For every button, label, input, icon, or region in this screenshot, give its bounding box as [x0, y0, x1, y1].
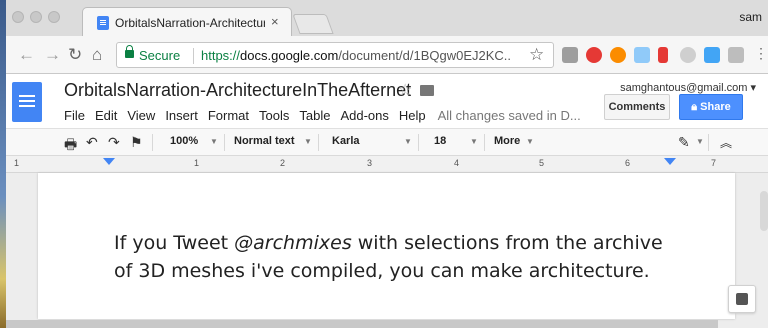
ruler-number: 1 — [194, 158, 200, 168]
ruler: 1 1 2 3 4 5 6 7 — [6, 156, 768, 173]
url-scheme: https:// — [201, 48, 241, 63]
paint-format-icon[interactable]: ⚑ — [130, 134, 143, 151]
chevron-down-icon: ▼ — [526, 137, 534, 146]
ruler-number: 6 — [625, 158, 631, 168]
camera-extension-icon[interactable] — [728, 47, 744, 63]
menu-view[interactable]: View — [127, 108, 155, 123]
docs-logo-icon[interactable] — [12, 82, 42, 122]
account-email[interactable]: samghantous@gmail.com ▾ — [620, 81, 756, 94]
window-zoom-button[interactable] — [48, 11, 60, 23]
extension-icon-7[interactable] — [704, 47, 720, 63]
share-label: Share — [700, 101, 731, 113]
extension-icon-3[interactable] — [610, 47, 626, 63]
menu-insert[interactable]: Insert — [165, 108, 198, 123]
toolbar-divider — [708, 134, 709, 151]
chevron-down-icon: ▼ — [210, 137, 218, 146]
window-close-button[interactable] — [12, 11, 24, 23]
document-canvas: If you Tweet @archmixes with selections … — [6, 173, 768, 328]
share-button[interactable]: 🔒︎ Share — [679, 94, 743, 120]
toolbar-divider — [418, 134, 419, 151]
url-host: docs.google.com — [240, 48, 339, 63]
ruler-number: 3 — [367, 158, 373, 168]
menu-table[interactable]: Table — [299, 108, 330, 123]
explore-button-icon[interactable] — [728, 285, 756, 313]
forward-arrow-icon[interactable]: → — [44, 45, 61, 65]
pinterest-extension-icon[interactable] — [586, 47, 602, 63]
menu-tools[interactable]: Tools — [259, 108, 289, 123]
menu-edit[interactable]: Edit — [95, 108, 117, 123]
paragraph-style-select[interactable]: Normal text — [234, 135, 295, 147]
extension-icon-6[interactable] — [680, 47, 696, 63]
star-document-icon[interactable]: ☆ — [398, 80, 412, 100]
document-body-text[interactable]: If you Tweet @archmixes with selections … — [114, 229, 674, 285]
left-indent-marker[interactable] — [103, 158, 115, 165]
horizontal-scrollbar[interactable] — [6, 320, 718, 328]
extension-icon-4[interactable] — [634, 47, 650, 63]
menu-addons[interactable]: Add-ons — [340, 108, 388, 123]
browser-toolbar: ← → ↻ ⌂ Secure https://docs.google.com/d… — [6, 36, 768, 74]
secure-label: Secure — [139, 48, 181, 63]
folder-icon[interactable] — [420, 85, 434, 96]
ruler-number: 1 — [14, 158, 20, 168]
ruler-number: 5 — [539, 158, 545, 168]
ruler-number: 2 — [280, 158, 286, 168]
home-icon[interactable]: ⌂ — [92, 45, 102, 65]
extension-icon-1[interactable] — [562, 47, 578, 63]
new-tab-button[interactable] — [292, 14, 334, 34]
browser-tab-strip: OrbitalsNarration-Architecture × sam — [6, 0, 768, 36]
twitter-handle: @archmixes — [234, 232, 352, 254]
chevron-down-icon: ▼ — [470, 137, 478, 146]
redo-icon[interactable]: ↷ — [108, 134, 120, 151]
window-minimize-button[interactable] — [30, 11, 42, 23]
editing-mode-pencil-icon[interactable]: ✎ — [678, 134, 690, 151]
docs-favicon-icon — [97, 16, 109, 30]
comments-button[interactable]: Comments — [604, 94, 670, 120]
document-page[interactable]: If you Tweet @archmixes with selections … — [38, 173, 735, 319]
chevron-down-icon: ▼ — [304, 137, 312, 146]
browser-tab-active[interactable]: OrbitalsNarration-Architecture × — [82, 7, 292, 36]
toolbar-divider — [224, 134, 225, 151]
collapse-chevron-icon[interactable]: ︽ — [720, 134, 732, 151]
ruler-number: 7 — [711, 158, 717, 168]
docs-header: OrbitalsNarration-ArchitectureInTheAfter… — [6, 74, 768, 128]
lock-icon — [125, 45, 134, 58]
right-indent-marker[interactable] — [664, 158, 676, 165]
toolbar-divider — [318, 134, 319, 151]
reload-icon[interactable]: ↻ — [68, 45, 82, 65]
undo-icon[interactable]: ↶ — [86, 134, 98, 151]
chevron-down-icon: ▼ — [404, 137, 412, 146]
profile-name[interactable]: sam — [739, 10, 762, 24]
url-text: https://docs.google.com/document/d/1BQgw… — [201, 48, 511, 63]
font-size-select[interactable]: 18 — [434, 135, 446, 147]
zoom-select[interactable]: 100% — [170, 135, 198, 147]
menu-file[interactable]: File — [64, 108, 85, 123]
address-bar[interactable]: Secure https://docs.google.com/document/… — [116, 42, 554, 68]
toolbar-divider — [152, 134, 153, 151]
more-button[interactable]: More — [494, 135, 520, 147]
menu-format[interactable]: Format — [208, 108, 249, 123]
tab-close-icon[interactable]: × — [271, 14, 279, 29]
url-path: /document/d/1BQgw0EJ2KC... — [338, 48, 511, 63]
chevron-down-icon: ▼ — [696, 137, 704, 146]
text-run: of 3D meshes i've compiled, you can make… — [114, 260, 650, 282]
format-toolbar: 🖶 ↶ ↷ ⚑ 100% ▼ Normal text ▼ Karla ▼ 18 … — [6, 128, 768, 156]
print-icon[interactable]: 🖶 — [64, 134, 77, 158]
text-run: with selections from the archive — [351, 232, 663, 254]
lock-icon: 🔒︎ — [691, 101, 701, 113]
text-run: If you Tweet — [114, 232, 235, 254]
font-select[interactable]: Karla — [332, 135, 360, 147]
extension-icon-5[interactable] — [658, 47, 668, 63]
vertical-scrollbar[interactable] — [760, 191, 768, 231]
omnibox-divider — [193, 48, 194, 64]
document-title[interactable]: OrbitalsNarration-ArchitectureInTheAfter… — [64, 80, 411, 101]
docs-menu-bar: File Edit View Insert Format Tools Table… — [64, 108, 591, 123]
menu-help[interactable]: Help — [399, 108, 426, 123]
browser-menu-icon[interactable]: ⋮ — [754, 45, 768, 62]
back-arrow-icon[interactable]: ← — [18, 45, 35, 65]
bookmark-star-icon[interactable]: ☆ — [529, 45, 544, 65]
ruler-number: 4 — [454, 158, 460, 168]
tab-title: OrbitalsNarration-Architecture — [115, 16, 265, 30]
save-status[interactable]: All changes saved in D... — [438, 108, 581, 123]
toolbar-divider — [484, 134, 485, 151]
